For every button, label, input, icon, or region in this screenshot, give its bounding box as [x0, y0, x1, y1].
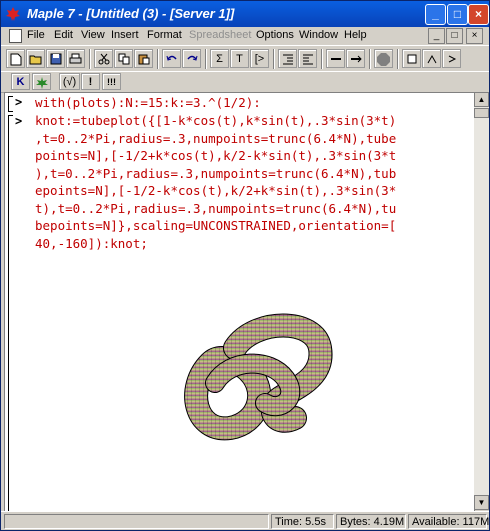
- execute-all-icon[interactable]: !!!: [102, 73, 121, 90]
- indent-icon[interactable]: [278, 49, 297, 68]
- maple-window: Maple 7 - [Untitled (3) - [Server 1]] _ …: [0, 0, 490, 531]
- zoom-out-icon[interactable]: [422, 49, 441, 68]
- code-line: epoints=N],[-1/2-k*cos(t),k/2+k*sin(t),.…: [35, 183, 397, 198]
- maple-leaf-icon[interactable]: [32, 73, 51, 90]
- open-icon[interactable]: [26, 49, 45, 68]
- knot-3d-plot[interactable]: [175, 308, 335, 448]
- menu-view[interactable]: View: [81, 29, 105, 41]
- vertical-scrollbar[interactable]: ▲ ▼: [474, 92, 489, 510]
- group-bracket-2[interactable]: [8, 115, 13, 511]
- sum-icon[interactable]: Σ: [210, 49, 229, 68]
- document-icon[interactable]: [9, 29, 22, 43]
- code-line: t),t=0..2*Pi,radius=.3,numpoints=trunc(6…: [35, 200, 397, 216]
- menu-bar: File Edit View Insert Format Spreadsheet…: [1, 27, 489, 45]
- code-line: ),t=0..2*Pi,radius=.3,numpoints=trunc(6.…: [35, 165, 397, 181]
- menu-help[interactable]: Help: [344, 29, 367, 41]
- code-line: bepoints=N]},scaling=UNCONSTRAINED,orien…: [35, 218, 397, 233]
- menu-options[interactable]: Options: [256, 29, 294, 41]
- mdi-minimize-button[interactable]: _: [428, 28, 445, 44]
- mdi-close-button[interactable]: ×: [466, 28, 483, 44]
- status-bar: Time: 5.5s Bytes: 4.19M Available: 117M: [1, 511, 489, 530]
- zoom-icon[interactable]: [402, 49, 421, 68]
- menu-spreadsheet: Spreadsheet: [189, 29, 252, 41]
- bang-icon[interactable]: !: [81, 73, 100, 90]
- maximize-button[interactable]: □: [447, 4, 468, 25]
- close-button[interactable]: ×: [468, 4, 489, 25]
- code-line: points=N],[-1/2+k*cos(t),k/2-k*sin(t),.3…: [35, 148, 397, 163]
- window-title: Maple 7 - [Untitled (3) - [Server 1]]: [27, 6, 235, 21]
- text-icon[interactable]: T: [230, 49, 249, 68]
- group-bracket-1[interactable]: [8, 96, 13, 112]
- scroll-up-icon[interactable]: ▲: [474, 92, 489, 107]
- input-line-1[interactable]: with(plots):N:=15:k:=3.^(1/2):: [35, 94, 261, 112]
- remove-icon[interactable]: [326, 49, 345, 68]
- main-toolbar: Σ T [>: [1, 45, 489, 73]
- minimize-button[interactable]: _: [425, 4, 446, 25]
- maple-input-icon[interactable]: K: [11, 73, 30, 90]
- worksheet[interactable]: > with(plots):N:=15:k:=3.^(1/2): > knot:…: [4, 92, 475, 512]
- menu-edit[interactable]: Edit: [54, 29, 73, 41]
- menu-format[interactable]: Format: [147, 29, 182, 41]
- title-bar[interactable]: Maple 7 - [Untitled (3) - [Server 1]] _ …: [1, 1, 489, 27]
- menu-insert[interactable]: Insert: [111, 29, 139, 41]
- paste-icon[interactable]: [134, 49, 153, 68]
- add-icon[interactable]: [346, 49, 365, 68]
- stop-icon[interactable]: [374, 49, 393, 68]
- mdi-restore-button[interactable]: □: [446, 28, 463, 44]
- print-icon[interactable]: [66, 49, 85, 68]
- input-prompt-1: >: [15, 95, 23, 109]
- undo-icon[interactable]: [162, 49, 181, 68]
- menu-file[interactable]: File: [27, 29, 45, 41]
- scroll-down-icon[interactable]: ▼: [474, 495, 489, 510]
- menu-window[interactable]: Window: [299, 29, 338, 41]
- context-toolbar: K (√) ! !!!: [1, 71, 489, 93]
- restart-icon[interactable]: [442, 49, 461, 68]
- status-available: Available: 117M: [408, 514, 489, 529]
- outdent-icon[interactable]: [298, 49, 317, 68]
- maple-app-icon: [6, 7, 20, 21]
- input-prompt-2: >: [15, 114, 23, 128]
- scroll-thumb[interactable]: [474, 108, 489, 118]
- input-block-2[interactable]: knot:=tubeplot({[1-k*cos(t),k*sin(t),.3*…: [35, 112, 396, 252]
- code-line: knot:=tubeplot({[1-k*cos(t),k*sin(t),.3*…: [35, 113, 397, 128]
- cut-icon[interactable]: [94, 49, 113, 68]
- prompt-icon[interactable]: [>: [250, 49, 269, 68]
- status-bytes: Bytes: 4.19M: [336, 514, 406, 529]
- new-icon[interactable]: [6, 49, 25, 68]
- status-message: [4, 514, 269, 529]
- code-line: 40,-160]):knot;: [35, 235, 148, 251]
- copy-icon[interactable]: [114, 49, 133, 68]
- code-line: ,t=0..2*Pi,radius=.3,numpoints=trunc(6.4…: [35, 130, 397, 146]
- save-icon[interactable]: [46, 49, 65, 68]
- status-time: Time: 5.5s: [271, 514, 334, 529]
- execute-icon[interactable]: (√): [59, 73, 80, 90]
- redo-icon[interactable]: [182, 49, 201, 68]
